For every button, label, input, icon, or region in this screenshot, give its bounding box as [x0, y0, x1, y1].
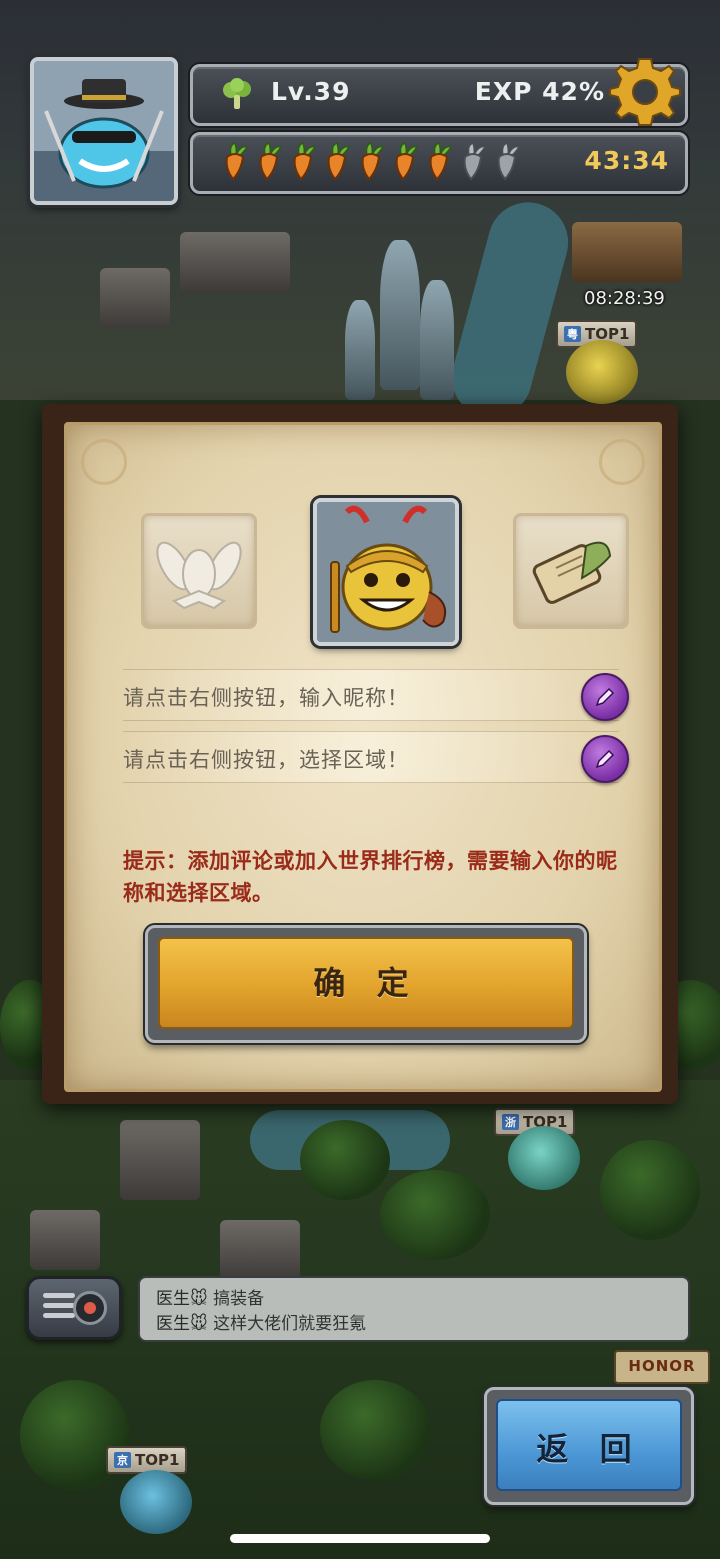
carrot-full-icon	[225, 142, 249, 181]
character-portrait[interactable]	[313, 498, 459, 646]
chat-message: 医生🐭 这样大佬们就要狂氪	[156, 1309, 366, 1334]
top-rank-badge[interactable]: 京 TOP1	[106, 1446, 188, 1474]
nickname-row: 请点击右侧按钮，输入昵称！	[123, 669, 629, 721]
nickname-prompt: 请点击右侧按钮，输入昵称！	[123, 686, 409, 710]
stamina-timer: 43:34	[584, 146, 669, 175]
back-button[interactable]: 返 回	[484, 1387, 694, 1505]
carrot-full-icon	[259, 142, 283, 181]
home-indicator[interactable]	[230, 1534, 490, 1543]
chat-radio-button[interactable]	[26, 1276, 122, 1340]
province-tag: 粤	[564, 326, 581, 342]
player-avatar[interactable]	[30, 57, 178, 205]
honor-sign[interactable]: HONOR	[614, 1350, 710, 1384]
region-prompt: 请点击右侧按钮，选择区域！	[123, 748, 409, 772]
map-castle-tower	[345, 300, 375, 400]
wreath-icon	[156, 541, 242, 610]
chat-preview[interactable]: 医生🐭 搞装备 医生🐭 这样大佬们就要狂氪	[138, 1276, 690, 1342]
map-player-avatar[interactable]	[120, 1470, 192, 1534]
province-tag: 浙	[502, 1114, 519, 1130]
broccoli-icon	[223, 78, 251, 109]
confirm-label: 确 定	[313, 964, 419, 1002]
chat-message: 医生🐭 搞装备	[156, 1284, 264, 1309]
map-castle-tower	[380, 240, 420, 390]
map-tree	[600, 1140, 700, 1240]
rank-label: TOP1	[135, 1451, 180, 1469]
carrot-empty-icon	[497, 142, 521, 181]
map-event-timer: 08:28:39	[584, 288, 665, 309]
carrot-empty-icon	[463, 142, 487, 181]
carrot-full-icon	[395, 142, 419, 181]
map-house	[30, 1210, 100, 1270]
chat-text: 搞装备	[213, 1289, 265, 1309]
pencil-icon	[595, 687, 615, 707]
monkey-king-portrait	[317, 502, 455, 642]
map-tree	[300, 1120, 390, 1200]
edit-nickname-button[interactable]	[581, 673, 629, 721]
map-treasure-stall[interactable]	[572, 222, 682, 282]
player-portrait-image	[34, 61, 174, 201]
corner-ornament	[81, 439, 127, 485]
map-player-avatar[interactable]	[508, 1126, 580, 1190]
exp-label: EXP 42%	[474, 77, 605, 106]
map-tree	[320, 1380, 430, 1480]
back-label: 返 回	[536, 1430, 642, 1468]
pencil-icon	[595, 749, 615, 769]
settings-gear-icon[interactable]	[608, 55, 682, 129]
province-tag: 京	[114, 1452, 131, 1468]
dialog-panel: 请点击右侧按钮，输入昵称！ 请点击右侧按钮，选择区域！ 提示：添加评论或加入世界…	[64, 422, 662, 1092]
achievement-wreath-slot[interactable]	[141, 513, 257, 629]
chat-text: 这样大佬们就要狂氪	[213, 1314, 367, 1334]
carrot-full-icon	[293, 142, 317, 181]
hint-text: 提示：添加评论或加入世界排行榜，需要输入你的昵称和选择区域。	[123, 849, 618, 905]
edit-region-button[interactable]	[581, 735, 629, 783]
carrot-full-icon	[361, 142, 385, 181]
carrot-full-icon	[327, 142, 351, 181]
confirm-button[interactable]: 确 定	[145, 925, 587, 1043]
scroll-quill-slot[interactable]	[513, 513, 629, 629]
carrot-full-icon	[429, 142, 453, 181]
chat-sender: 医生🐭	[156, 1314, 208, 1334]
corner-ornament	[599, 439, 645, 485]
radio-dial-icon	[73, 1291, 107, 1325]
map-tree	[380, 1170, 490, 1260]
map-castle-tower	[420, 280, 454, 400]
map-house	[120, 1120, 200, 1200]
level-label: Lv.39	[271, 77, 351, 106]
region-row: 请点击右侧按钮，选择区域！	[123, 731, 629, 783]
map-player-avatar[interactable]	[566, 340, 638, 404]
profile-dialog: 请点击右侧按钮，输入昵称！ 请点击右侧按钮，选择区域！ 提示：添加评论或加入世界…	[42, 404, 678, 1104]
map-ruins	[180, 232, 290, 292]
map-ruins	[100, 268, 170, 328]
map-house	[220, 1220, 300, 1280]
chat-sender: 医生🐭	[156, 1289, 208, 1309]
stamina-bar: 43:34	[190, 132, 688, 194]
scroll-quill-icon	[532, 541, 612, 604]
chat-lines-icon	[43, 1293, 75, 1323]
stamina-carrots	[219, 141, 523, 181]
